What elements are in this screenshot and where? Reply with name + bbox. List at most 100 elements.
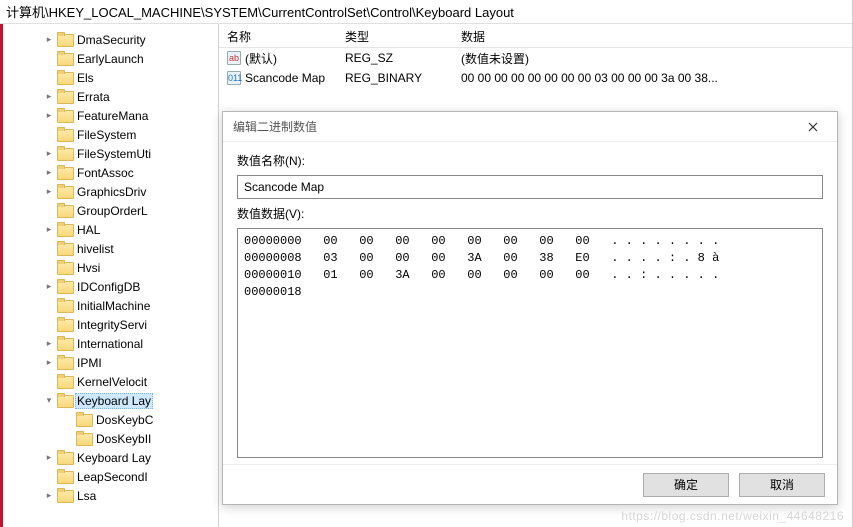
tree-item-label: DmaSecurity [75,33,148,47]
dialog-titlebar[interactable]: 编辑二进制数值 [223,112,837,142]
tree-item-label: GraphicsDriv [75,185,148,199]
tree-item-dmasecurity[interactable]: ▸ DmaSecurity [43,30,218,49]
tree-item-label: FeatureMana [75,109,150,123]
body-split: ▸ DmaSecurity EarlyLaunchEls ▸ Errata ▸ Featur… [0,24,852,527]
chevron-right-icon[interactable]: ▸ [43,148,55,160]
cell-data: (数值未设置) [453,50,852,67]
tree-item-fontassoc[interactable]: ▸ FontAssoc [43,163,218,182]
list-row[interactable]: 011Scancode MapREG_BINARY00 00 00 00 00 … [219,68,852,88]
list-header: 名称 类型 数据 [219,24,852,48]
tree-item-lsa[interactable]: ▸ Lsa [43,486,218,505]
chevron-right-icon[interactable]: ▸ [43,34,55,46]
regedit-window: 计算机\HKEY_LOCAL_MACHINE\SYSTEM\CurrentCon… [0,0,853,527]
chevron-right-icon[interactable]: ▸ [43,338,55,350]
value-name-input[interactable] [237,175,823,199]
tree-item-initialmachine[interactable]: InitialMachine [43,296,218,315]
tree-item-kernelvelocit[interactable]: KernelVelocit [43,372,218,391]
tree-item-label: IPMI [75,356,104,370]
col-header-type[interactable]: 类型 [337,24,453,47]
folder-icon [57,33,73,47]
tree-item-filesystemuti[interactable]: ▸ FileSystemUti [43,144,218,163]
chevron-right-icon[interactable]: ▸ [43,186,55,198]
folder-icon [57,147,73,161]
tree-item-label: Keyboard Lay [75,393,153,409]
folder-icon [57,280,73,294]
tree-item-featuremana[interactable]: ▸ FeatureMana [43,106,218,125]
tree-item-label: Errata [75,90,112,104]
list-row[interactable]: ab(默认)REG_SZ(数值未设置) [219,48,852,68]
tree-item-label: DosKeybC [94,413,155,427]
tree-item-label: GroupOrderL [75,204,150,218]
chevron-right-icon[interactable]: ▸ [43,452,55,464]
folder-icon [57,223,73,237]
folder-icon [57,90,73,104]
chevron-right-icon[interactable]: ▸ [43,110,55,122]
string-value-icon: ab [227,51,241,65]
tree-item-label: FileSystem [75,128,138,142]
folder-icon [57,185,73,199]
chevron-right-icon[interactable]: ▸ [43,167,55,179]
tree-item-grouporderl[interactable]: GroupOrderL [43,201,218,220]
hex-editor[interactable]: 00000000 00 00 00 00 00 00 00 00 . . . .… [237,228,823,458]
chevron-right-icon[interactable]: ▸ [43,281,55,293]
cell-type: REG_SZ [337,51,453,65]
chevron-right-icon[interactable]: ▸ [43,91,55,103]
binary-value-icon: 011 [227,71,241,85]
tree-item-label: FontAssoc [75,166,136,180]
chevron-right-icon[interactable]: ▸ [43,490,55,502]
dialog-title-text: 编辑二进制数值 [233,118,317,135]
tree-item-leapsecondi[interactable]: LeapSecondI [43,467,218,486]
tree-item-doskeybii[interactable]: DosKeybII [43,429,218,448]
tree-item-label: FileSystemUti [75,147,153,161]
folder-icon [57,394,73,408]
tree-item-doskeybc[interactable]: DosKeybC [43,410,218,429]
tree-item-hivelist[interactable]: hivelist [43,239,218,258]
tree-item-filesystem[interactable]: FileSystem [43,125,218,144]
value-data-label: 数值数据(V): [237,205,823,222]
tree-item-integrityservi[interactable]: IntegrityServi [43,315,218,334]
cell-data: 00 00 00 00 00 00 00 00 03 00 00 00 3a 0… [453,71,852,85]
tree-item-hal[interactable]: ▸ HAL [43,220,218,239]
tree-pane[interactable]: ▸ DmaSecurity EarlyLaunchEls ▸ Errata ▸ Featur… [3,24,218,527]
folder-icon [57,337,73,351]
value-name-label: 数值名称(N): [237,152,823,169]
col-header-name[interactable]: 名称 [219,24,337,47]
tree-item-keyboard-lay[interactable]: ▸ Keyboard Lay [43,448,218,467]
tree-item-graphicsdriv[interactable]: ▸ GraphicsDriv [43,182,218,201]
tree-item-idconfigdb[interactable]: ▸IDConfigDB [43,277,218,296]
watermark-text: https://blog.csdn.net/weixin_44648216 [621,509,844,523]
chevron-down-icon[interactable]: ▾ [43,395,55,407]
address-text: 计算机\HKEY_LOCAL_MACHINE\SYSTEM\CurrentCon… [6,2,514,21]
chevron-right-icon[interactable]: ▸ [43,357,55,369]
tree-item-els[interactable]: Els [43,68,218,87]
folder-icon [57,318,73,332]
edit-binary-dialog: 编辑二进制数值 数值名称(N): 数值数据(V): 00000000 00 00… [222,111,838,505]
tree-item-label: hivelist [75,242,116,256]
list-body: ab(默认)REG_SZ(数值未设置)011Scancode MapREG_BI… [219,48,852,88]
tree-item-errata[interactable]: ▸ Errata [43,87,218,106]
tree-item-label: Hvsi [75,261,102,275]
tree-item-label: InitialMachine [75,299,152,313]
folder-icon [57,261,73,275]
folder-icon [57,451,73,465]
tree-item-international[interactable]: ▸International [43,334,218,353]
close-icon[interactable] [793,113,833,141]
chevron-right-icon[interactable]: ▸ [43,224,55,236]
cancel-button[interactable]: 取消 [739,473,825,497]
tree-item-label: Lsa [75,489,98,503]
dialog-buttons: 确定 取消 [223,464,837,504]
cell-name: 011Scancode Map [219,71,337,85]
folder-icon [57,166,73,180]
tree-item-keyboard-lay[interactable]: ▾ Keyboard Lay [43,391,218,410]
folder-icon [57,52,73,66]
tree-item-ipmi[interactable]: ▸ IPMI [43,353,218,372]
ok-button[interactable]: 确定 [643,473,729,497]
tree-item-label: HAL [75,223,102,237]
folder-icon [57,109,73,123]
col-header-data[interactable]: 数据 [453,24,852,47]
tree-item-label: Keyboard Lay [75,451,153,465]
address-bar[interactable]: 计算机\HKEY_LOCAL_MACHINE\SYSTEM\CurrentCon… [0,0,852,24]
tree-item-earlylaunch[interactable]: EarlyLaunch [43,49,218,68]
tree-item-label: IntegrityServi [75,318,149,332]
tree-item-hvsi[interactable]: Hvsi [43,258,218,277]
